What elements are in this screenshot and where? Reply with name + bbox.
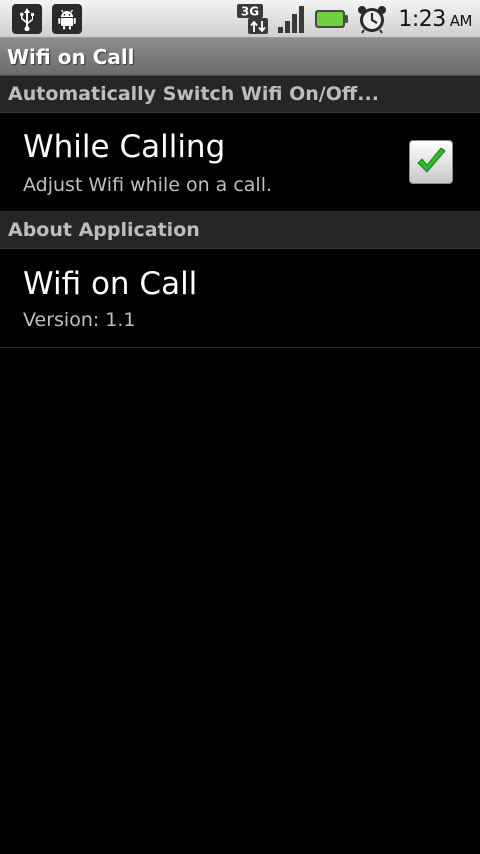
app-title: Wifi on Call — [7, 44, 135, 69]
notification-icons — [12, 0, 92, 38]
system-icons: 3G 1:23 AM — [230, 0, 473, 38]
pref-summary: Version: 1.1 — [23, 309, 136, 331]
pref-while-calling[interactable]: While Calling Adjust Wifi while on a cal… — [0, 113, 480, 212]
network-type-label: 3G — [241, 5, 259, 19]
pref-title: While Calling — [23, 129, 226, 165]
pref-about[interactable]: Wifi on Call Version: 1.1 — [0, 249, 480, 348]
battery-icon — [314, 7, 350, 31]
android-debug-icon — [52, 4, 82, 34]
category-about: About Application — [0, 212, 480, 249]
clock-ampm: AM — [449, 11, 473, 30]
pref-title: Wifi on Call — [23, 266, 198, 302]
pref-summary: Adjust Wifi while on a call. — [23, 174, 273, 196]
status-bar: 3G 1:23 AM — [0, 0, 480, 38]
signal-icon — [276, 3, 308, 35]
while-calling-checkbox[interactable] — [409, 140, 453, 184]
category-label: Automatically Switch Wifi On/Off... — [8, 83, 379, 105]
clock-time: 1:23 AM — [398, 6, 473, 32]
category-auto-switch: Automatically Switch Wifi On/Off... — [0, 76, 480, 113]
alarm-clock-icon — [356, 3, 388, 35]
usb-icon — [12, 4, 42, 34]
category-label: About Application — [8, 219, 200, 241]
title-bar: Wifi on Call — [0, 38, 480, 76]
checkmark-icon — [417, 147, 446, 173]
3g-data-icon: 3G — [236, 3, 270, 35]
